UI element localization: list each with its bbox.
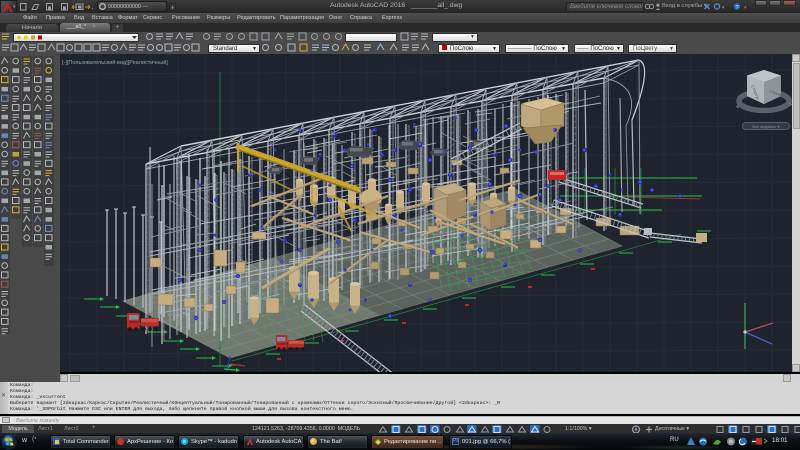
svg-text:?: ? — [735, 4, 738, 10]
svg-text:▾: ▾ — [722, 5, 725, 11]
svg-text:▾: ▾ — [744, 5, 747, 11]
